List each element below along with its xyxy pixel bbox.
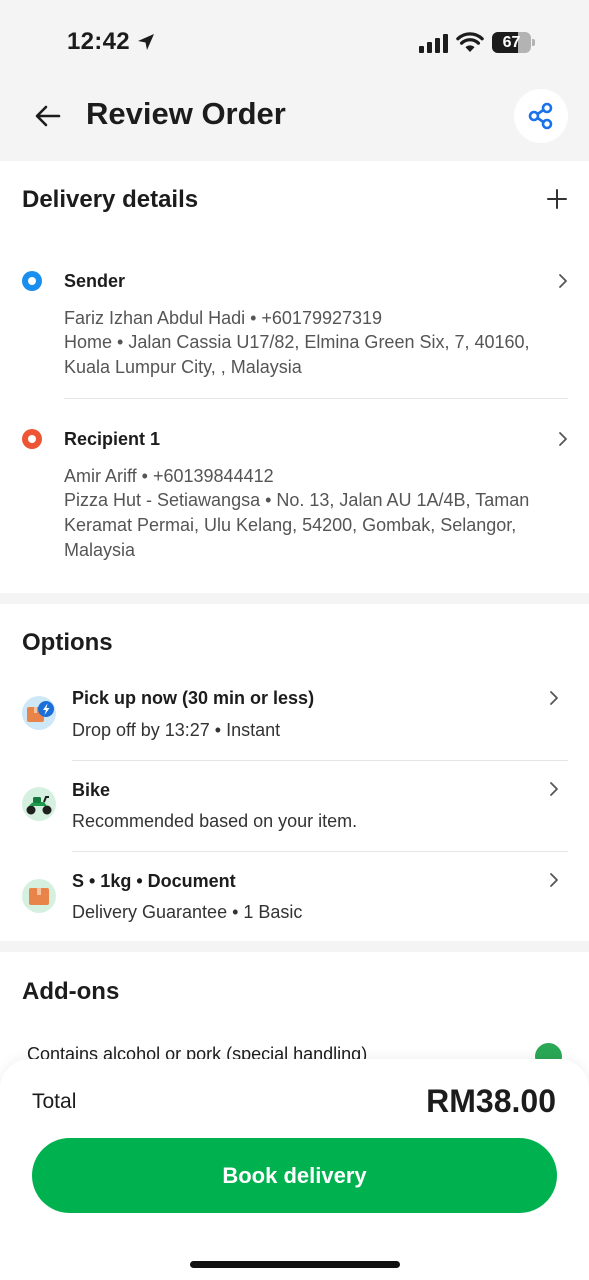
share-icon [528,102,553,130]
recipient-label: Recipient 1 [64,429,161,449]
battery-percent: 67 [502,34,521,51]
chevron-right-icon [550,691,558,705]
option-pickup-title: Pick up now (30 min or less) [72,688,315,708]
cellular-signal-icon [419,34,448,53]
chevron-right-icon [550,782,558,796]
plus-icon[interactable] [546,188,568,210]
recipient-contact: Amir Ariff • +60139844412 [64,466,274,486]
recipient-address-line3: Malaysia [64,540,136,560]
option-package-subtitle: Delivery Guarantee • 1 Basic [72,902,303,922]
addons-title: Add-ons [22,978,120,1005]
total-value: RM38.00 [426,1083,556,1119]
recipient-marker-icon [22,429,42,449]
option-vehicle-title: Bike [72,780,111,800]
option-pickup-subtitle: Drop off by 13:27 • Instant [72,720,281,740]
recipient-address-line2: Keramat Permai, Ulu Kelang, 54200, Gomba… [64,515,517,535]
share-button[interactable] [514,89,568,143]
page-title: Review Order [86,96,286,131]
sender-marker-icon [22,271,42,291]
sender-label: Sender [64,271,126,291]
book-delivery-button[interactable]: Book delivery [32,1138,557,1213]
sender-contact: Fariz Izhan Abdul Hadi • +60179927319 [64,308,383,328]
option-vehicle-subtitle: Recommended based on your item. [72,811,358,831]
recipient-address-line1: Pizza Hut - Setiawangsa • No. 13, Jalan … [64,490,530,510]
wifi-icon [456,32,484,52]
battery-indicator: 67 [492,32,535,53]
divider [64,398,568,399]
package-icon [22,879,56,913]
status-time: 12:42 [67,28,130,55]
total-label: Total [32,1090,77,1113]
location-arrow-icon [138,34,154,50]
options-title: Options [22,629,113,656]
chevron-right-icon [559,432,567,446]
divider [72,760,568,761]
chevron-right-icon [550,873,558,887]
status-bar: 12:42 67 [0,0,589,86]
option-package-title: S • 1kg • Document [72,871,236,891]
sender-address-line2: Kuala Lumpur City, , Malaysia [64,357,302,377]
chevron-right-icon [559,274,567,288]
sender-address-line1: Home • Jalan Cassia U17/82, Elmina Green… [64,332,530,352]
home-indicator [190,1261,400,1268]
back-arrow-icon[interactable] [32,100,64,132]
divider [72,851,568,852]
instant-parcel-icon [22,696,56,730]
bike-icon [22,787,56,821]
delivery-details-title: Delivery details [22,186,199,213]
